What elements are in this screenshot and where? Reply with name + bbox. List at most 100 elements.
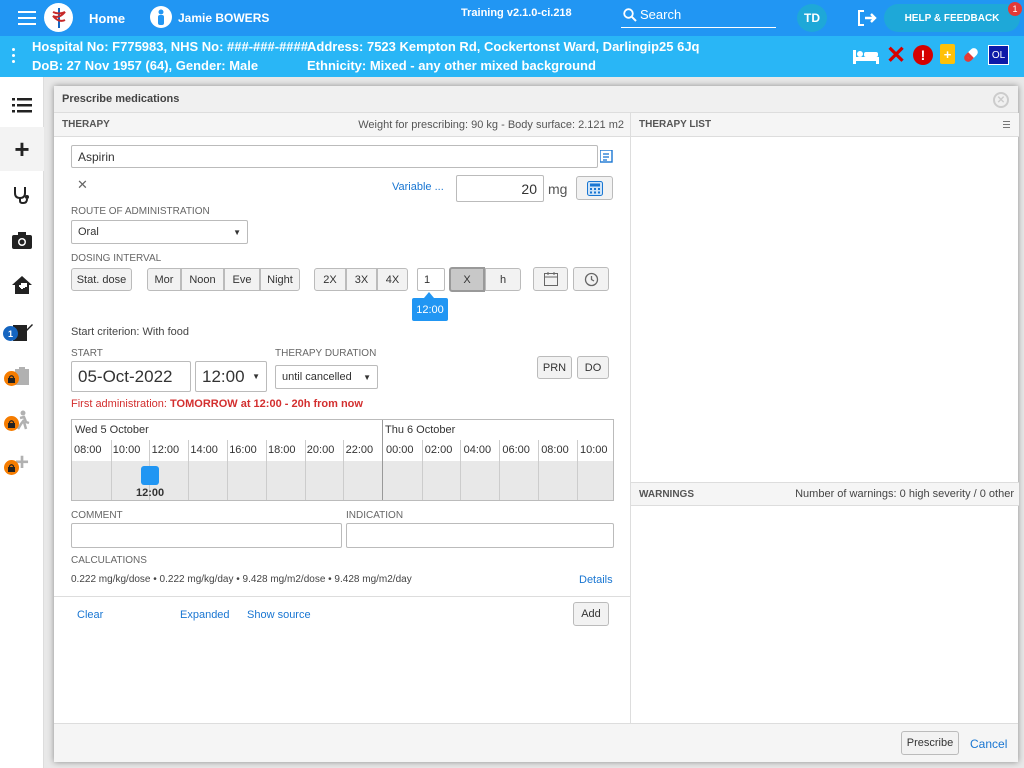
close-icon[interactable]: ✕ bbox=[993, 92, 1009, 108]
prescribe-button[interactable]: Prescribe bbox=[901, 731, 959, 755]
time-tag[interactable]: 12:00 bbox=[412, 298, 448, 321]
do-button[interactable]: DO bbox=[577, 356, 609, 379]
time-tag-arrow bbox=[424, 292, 434, 298]
day-divider bbox=[382, 420, 383, 500]
first-admin-value: TOMORROW at 12:00 - 20h from now bbox=[170, 398, 363, 410]
top-bar: Home Jamie BOWERS Training v2.1.0-ci.218… bbox=[0, 0, 1024, 36]
route-select[interactable]: Oral ▼ bbox=[71, 220, 248, 244]
calculations-text: 0.222 mg/kg/dose • 0.222 mg/kg/day • 9.4… bbox=[71, 574, 412, 585]
expanded-link[interactable]: Expanded bbox=[180, 609, 230, 621]
logout-icon[interactable] bbox=[857, 9, 877, 27]
more-vert-icon[interactable] bbox=[12, 48, 16, 64]
add-button[interactable]: Add bbox=[573, 602, 609, 626]
caret-down-icon: ▼ bbox=[363, 372, 371, 382]
build-label: Training v2.1.0-ci.218 bbox=[461, 7, 572, 19]
bed-icon[interactable] bbox=[852, 47, 880, 65]
details-link[interactable]: Details bbox=[579, 574, 613, 586]
alert-icon[interactable]: ! bbox=[913, 45, 933, 65]
hour-label: 12:00 bbox=[151, 444, 180, 456]
start-date-input[interactable]: 05-Oct-2022 bbox=[71, 361, 191, 392]
prn-button[interactable]: PRN bbox=[537, 356, 572, 379]
list-menu-icon[interactable] bbox=[1003, 121, 1010, 129]
first-administration: First administration: TOMORROW at 12:00 … bbox=[71, 398, 363, 410]
hour-label: 04:00 bbox=[463, 444, 492, 456]
hour-divider bbox=[188, 440, 190, 500]
no-resus-icon[interactable]: ✕ bbox=[886, 41, 906, 70]
show-source-link[interactable]: Show source bbox=[247, 609, 311, 621]
hour-label: 22:00 bbox=[345, 444, 374, 456]
prescribe-dialog: Prescribe medications ✕ THERAPY Weight f… bbox=[54, 86, 1019, 762]
search-icon bbox=[623, 8, 637, 22]
patient-banner: Hospital No: F775983, NHS No: ###-###-##… bbox=[0, 36, 1024, 77]
time-tag-value: 12:00 bbox=[416, 303, 444, 316]
hour-divider bbox=[304, 440, 306, 500]
comment-label: COMMENT bbox=[71, 510, 123, 521]
patient-dob: DoB: 27 Nov 1957 (64), Gender: Male bbox=[32, 58, 259, 73]
freq-3x-button[interactable]: 3X bbox=[346, 268, 377, 291]
camera-icon[interactable] bbox=[10, 228, 34, 252]
therapy-header: THERAPY Weight for prescribing: 90 kg - … bbox=[54, 113, 630, 137]
clipboard-plus-icon[interactable]: + bbox=[940, 44, 955, 64]
home-link[interactable]: Home bbox=[89, 11, 125, 26]
interval-h-button[interactable]: h bbox=[485, 268, 521, 291]
hour-label: 10:00 bbox=[580, 444, 608, 456]
interval-x-button[interactable]: X bbox=[449, 267, 485, 292]
time-night-button[interactable]: Night bbox=[260, 268, 300, 291]
medication-input[interactable]: Aspirin bbox=[71, 145, 598, 168]
ol-badge-label: OL bbox=[991, 49, 1006, 61]
list-icon[interactable] bbox=[10, 93, 34, 117]
dose-unit: mg bbox=[548, 181, 568, 197]
calendar-button[interactable] bbox=[533, 267, 568, 291]
medication-value: Aspirin bbox=[78, 149, 115, 164]
stat-dose-button[interactable]: Stat. dose bbox=[71, 268, 132, 291]
user-avatar[interactable]: TD bbox=[797, 4, 827, 32]
sidebar: + 1 + bbox=[0, 77, 44, 768]
comment-input[interactable] bbox=[71, 523, 342, 548]
calculations-label: CALCULATIONS bbox=[71, 555, 147, 566]
variable-link[interactable]: Variable ... bbox=[392, 181, 444, 193]
hour-divider bbox=[343, 440, 345, 500]
therapy-list-label: THERAPY LIST bbox=[639, 119, 712, 130]
list-edit-icon[interactable] bbox=[600, 150, 614, 163]
pill-icon[interactable] bbox=[961, 45, 981, 65]
search-label: Search bbox=[640, 7, 682, 22]
indication-input[interactable] bbox=[346, 523, 614, 548]
warnings-label: WARNINGS bbox=[639, 489, 694, 500]
hour-label: 14:00 bbox=[190, 444, 218, 456]
help-feedback-button[interactable]: HELP & FEEDBACK bbox=[884, 4, 1020, 32]
clear-link[interactable]: Clear bbox=[77, 609, 103, 621]
patient-name[interactable]: Jamie BOWERS bbox=[178, 11, 269, 25]
patient-avatar-icon bbox=[150, 6, 172, 28]
time-noon-button[interactable]: Noon bbox=[181, 268, 224, 291]
calculator-button[interactable] bbox=[576, 176, 613, 200]
dosing-interval-label: DOSING INTERVAL bbox=[71, 253, 162, 264]
dose-marker[interactable] bbox=[141, 466, 159, 485]
time-eve-button[interactable]: Eve bbox=[224, 268, 260, 291]
schedule-button[interactable] bbox=[573, 267, 609, 291]
dose-input[interactable]: 20 bbox=[456, 175, 544, 202]
dose-value: 20 bbox=[521, 180, 537, 197]
stethoscope-icon[interactable] bbox=[10, 183, 34, 207]
dialog-footer: Prescribe Cancel bbox=[54, 723, 1018, 762]
start-date-value: 05-Oct-2022 bbox=[78, 366, 173, 386]
dose-timeline[interactable]: Wed 5 October Thu 6 October 08:00 10:00 12… bbox=[71, 419, 614, 501]
freq-4x-button[interactable]: 4X bbox=[377, 268, 408, 291]
clear-medication-icon[interactable]: ✕ bbox=[77, 177, 88, 193]
time-mor-button[interactable]: Mor bbox=[147, 268, 181, 291]
hour-divider bbox=[227, 440, 228, 500]
start-time-select[interactable]: 12:00 ▼ bbox=[195, 361, 267, 392]
freq-2x-button[interactable]: 2X bbox=[314, 268, 346, 291]
duration-value: until cancelled bbox=[282, 371, 352, 383]
start-time-value: 12:00 bbox=[202, 366, 245, 386]
menu-icon[interactable] bbox=[18, 9, 36, 25]
cancel-link[interactable]: Cancel bbox=[970, 737, 1007, 751]
duration-select[interactable]: until cancelled ▼ bbox=[275, 365, 378, 389]
patient-ids: Hospital No: F775983, NHS No: ###-###-##… bbox=[32, 39, 308, 54]
interval-input[interactable]: 1 bbox=[417, 268, 445, 291]
home-icon[interactable] bbox=[10, 273, 34, 297]
ol-badge[interactable]: OL bbox=[988, 45, 1009, 65]
hour-divider bbox=[421, 440, 423, 500]
search-box[interactable]: Search bbox=[621, 6, 776, 28]
add-icon[interactable]: + bbox=[10, 134, 34, 164]
patient-ethnicity: Ethnicity: Mixed - any other mixed backg… bbox=[307, 58, 596, 73]
